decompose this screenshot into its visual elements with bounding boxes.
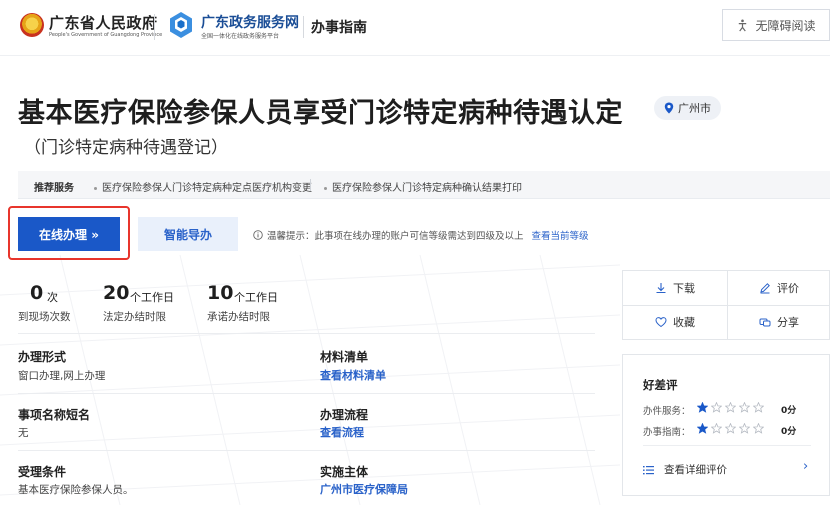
star-empty-icon: [711, 402, 722, 413]
recommend-item[interactable]: 医疗保险参保人门诊特定病种定点医疗机构变更: [94, 179, 312, 194]
acceptance-value: 基本医疗保险参保人员。: [18, 484, 134, 496]
bullet-dot-icon: [94, 186, 97, 190]
header-divider: [154, 14, 155, 40]
handling-form-value: 窗口办理,网上办理: [18, 370, 106, 382]
view-detailed-rating-link[interactable]: 查看详细评价: [643, 462, 727, 477]
short-name-value: 无: [18, 427, 29, 439]
accessibility-button[interactable]: 无障碍阅读: [722, 9, 830, 41]
favorite-button[interactable]: 收藏: [623, 305, 727, 339]
location-label: 广州市: [678, 102, 711, 115]
service-network-subtitle: 全国一体化在线政务服务平台: [201, 33, 280, 40]
accessibility-icon: [739, 19, 747, 31]
list-icon: [643, 465, 654, 474]
legal-limit-label: 法定办结时限: [103, 311, 166, 323]
tip-message: 温馨提示：此事项在线办理的账户可信等级需达到四级及以上 查看当前等级: [253, 228, 589, 242]
download-icon: [656, 283, 666, 294]
star-filled-icon: [697, 423, 708, 434]
recommend-label: 推荐服务: [34, 183, 74, 194]
star-filled-icon: [697, 402, 708, 413]
star-empty-icon: [739, 402, 750, 413]
section-divider: [18, 450, 595, 451]
view-materials-link[interactable]: 查看材料清单: [320, 367, 386, 383]
share-button[interactable]: 分享: [727, 305, 830, 339]
star-empty-icon: [753, 402, 764, 413]
gov-subtitle: People's Government of Guangdong Provinc…: [49, 32, 163, 38]
process-heading: 办理流程: [320, 408, 369, 422]
site-header: 广东省人民政府 People's Government of Guangdong…: [0, 0, 830, 56]
tip-text: 温馨提示：此事项在线办理的账户可信等级需达到四级及以上: [267, 231, 524, 242]
accessibility-label: 无障碍阅读: [755, 18, 816, 33]
promised-limit-value: 10: [207, 282, 234, 304]
guide-rating-stars: [697, 423, 764, 434]
legal-limit-unit: 个工作日: [130, 291, 174, 304]
online-apply-button[interactable]: 在线办理 »: [18, 217, 120, 251]
national-emblem-icon: [20, 13, 44, 37]
page-title: 基本医疗保险参保人员享受门诊特定病种待遇认定: [18, 98, 623, 129]
guide-rating-score: 0分: [781, 427, 797, 437]
side-action-panel: 下载 评价 收藏 分享: [622, 270, 830, 340]
header-divider: [303, 16, 304, 38]
smart-guide-button[interactable]: 智能导办: [138, 217, 238, 251]
recommend-bar: 推荐服务 医疗保险参保人门诊特定病种定点医疗机构变更 医疗保险参保人门诊特定病种…: [18, 171, 830, 199]
visit-count-label: 到现场次数: [18, 311, 71, 323]
evaluate-button[interactable]: 评价: [727, 271, 830, 305]
section-divider: [18, 333, 595, 334]
section-divider: [18, 393, 595, 394]
recommend-divider: [310, 179, 311, 191]
share-icon: [759, 318, 771, 327]
promised-limit-label: 承诺办结时限: [207, 311, 270, 323]
service-rating-label: 办件服务：: [643, 406, 691, 417]
gov-name[interactable]: 广东省人民政府: [49, 12, 158, 33]
pencil-icon: [760, 283, 770, 294]
guide-heading: 办事指南: [311, 20, 367, 36]
download-button[interactable]: 下载: [623, 271, 727, 305]
star-empty-icon: [711, 423, 722, 434]
heart-icon: [655, 317, 667, 328]
service-rating-stars: [697, 402, 764, 413]
view-process-link[interactable]: 查看流程: [320, 424, 364, 440]
location-pin-icon: [664, 102, 674, 114]
service-network-name[interactable]: 广东政务服务网: [201, 12, 299, 32]
chevron-right-icon[interactable]: ›: [803, 459, 808, 474]
guide-rating-label: 办事指南：: [643, 427, 691, 438]
rating-panel: 好差评 办件服务： 0分 办事指南： 0分 查看详细评价 ›: [622, 354, 830, 496]
short-name-heading: 事项名称短名: [18, 408, 91, 422]
page-subtitle: （门诊特定病种待遇登记）: [24, 138, 228, 158]
view-level-link[interactable]: 查看当前等级: [532, 228, 589, 242]
visit-count-unit: 次: [47, 291, 58, 304]
info-icon: [253, 230, 263, 240]
legal-limit-value: 20: [103, 282, 130, 304]
service-network-logo-icon: [170, 12, 192, 38]
star-empty-icon: [725, 423, 736, 434]
service-rating-score: 0分: [781, 406, 797, 416]
implementer-link[interactable]: 广州市医疗保障局: [320, 481, 408, 497]
star-empty-icon: [753, 423, 764, 434]
star-empty-icon: [739, 423, 750, 434]
bullet-dot-icon: [324, 186, 327, 190]
acceptance-heading: 受理条件: [18, 465, 67, 479]
star-empty-icon: [725, 402, 736, 413]
visit-count-value: 0: [30, 282, 44, 304]
panel-divider: [643, 445, 811, 446]
promised-limit-unit: 个工作日: [234, 291, 278, 304]
implementer-heading: 实施主体: [320, 465, 369, 479]
recommend-item[interactable]: 医疗保险参保人门诊特定病种确认结果打印: [324, 179, 522, 194]
materials-heading: 材料清单: [320, 350, 369, 364]
location-badge[interactable]: 广州市: [654, 96, 721, 120]
handling-form-heading: 办理形式: [18, 350, 67, 364]
rating-title: 好差评: [643, 378, 678, 392]
